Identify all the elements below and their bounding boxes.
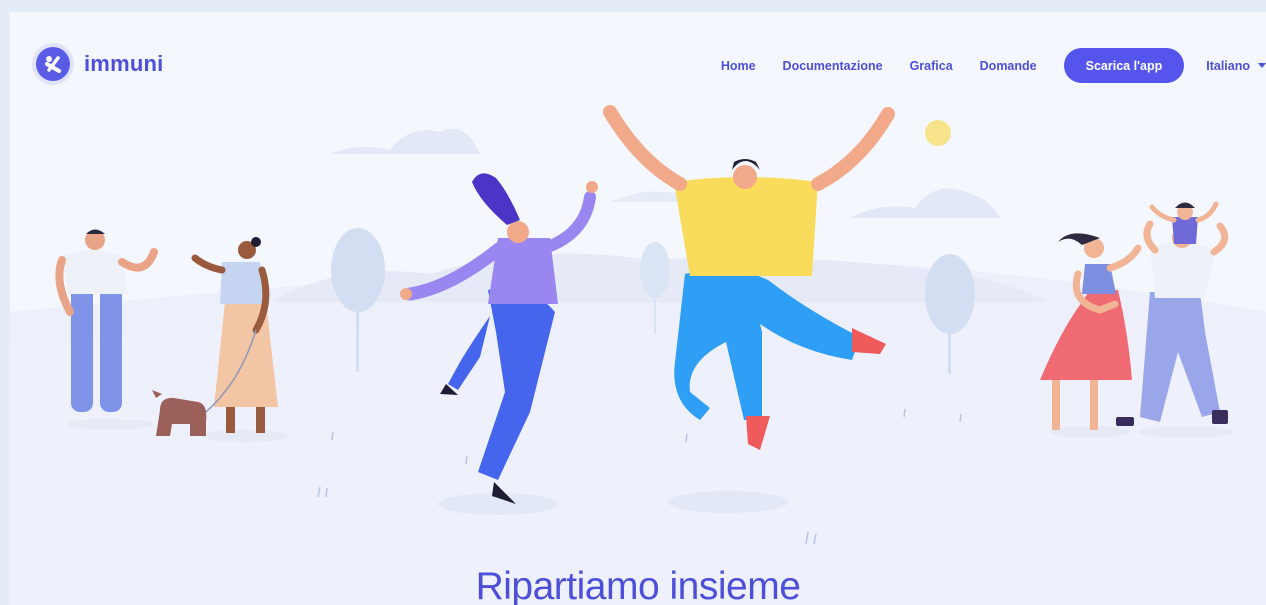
- brand-name: immuni: [84, 51, 164, 76]
- site-header: immuni Home Documentazione Grafica Doman…: [10, 12, 1266, 112]
- download-app-button[interactable]: Scarica l'app: [1063, 48, 1185, 83]
- nav-documentazione[interactable]: Documentazione: [783, 59, 883, 73]
- language-selector[interactable]: Italiano: [1206, 59, 1266, 73]
- immuni-logo-icon: [32, 43, 74, 85]
- caret-down-icon: [1258, 63, 1266, 68]
- language-label: Italiano: [1206, 58, 1250, 73]
- hero-headline: Ripartiamo insieme: [475, 565, 801, 605]
- nav-grafica[interactable]: Grafica: [910, 59, 953, 73]
- nav-home[interactable]: Home: [721, 59, 756, 73]
- page: immuni Home Documentazione Grafica Doman…: [10, 12, 1266, 605]
- brand-logo[interactable]: immuni: [32, 43, 163, 85]
- main-nav: Home Documentazione Grafica Domande Scar…: [721, 48, 1266, 83]
- nav-domande[interactable]: Domande: [980, 59, 1037, 73]
